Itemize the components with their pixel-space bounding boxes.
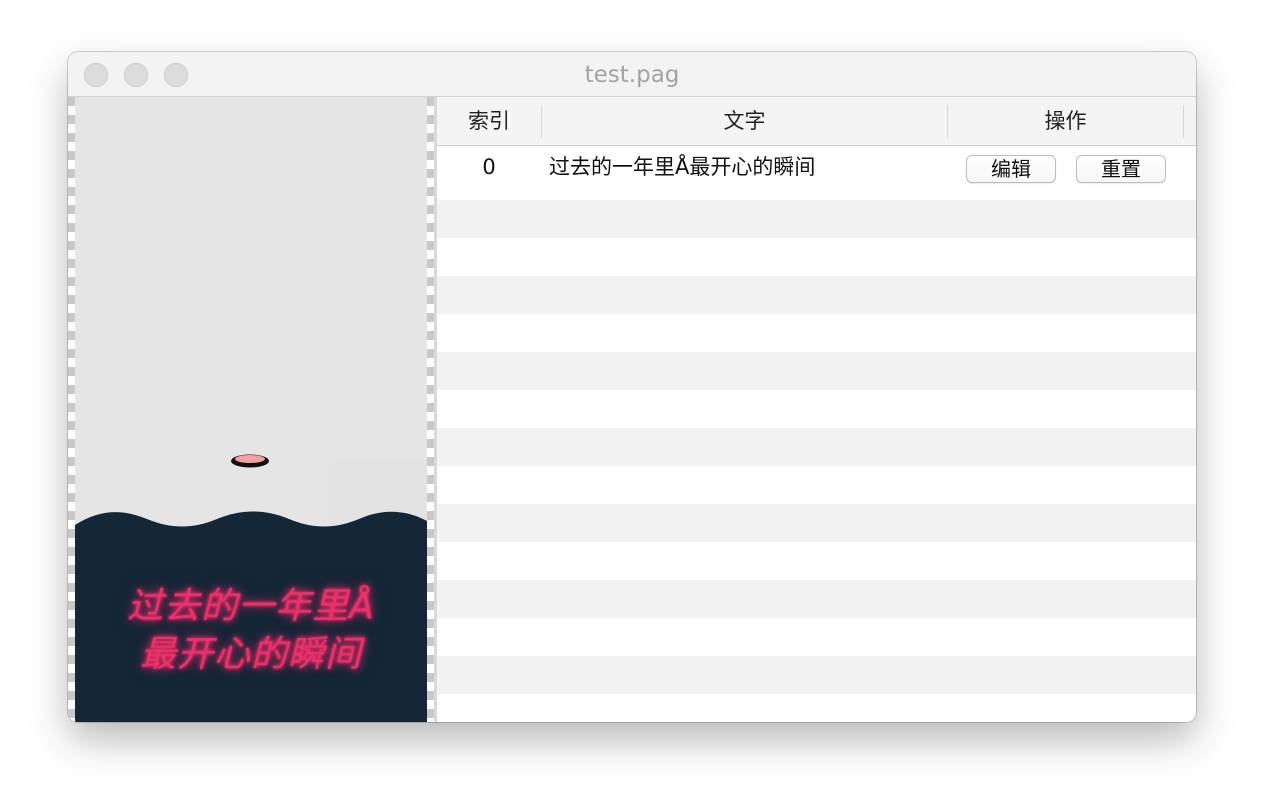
pink-ball xyxy=(235,455,265,463)
transparency-checker-left xyxy=(68,97,75,722)
window-content: 过去的一年里Å 最开心的瞬间 索引 文字 操作 0 过去的一年里Å最开心的瞬间 … xyxy=(68,97,1196,722)
text-layers-table: 索引 文字 操作 0 过去的一年里Å最开心的瞬间 编辑 重置 xyxy=(437,97,1196,722)
window-title: test.pag xyxy=(584,62,680,88)
title-bar[interactable]: test.pag xyxy=(68,52,1196,97)
app-window: test.pag 过去的一年里Å 最开心的瞬间 索引 文字 操作 0 过去的一年… xyxy=(68,52,1196,722)
empty-row-stripe xyxy=(437,504,1196,542)
empty-row-stripe xyxy=(437,352,1196,390)
empty-row-stripe xyxy=(437,200,1196,238)
table-row[interactable]: 0 过去的一年里Å最开心的瞬间 编辑 重置 xyxy=(437,146,1196,200)
column-header-text[interactable]: 文字 xyxy=(542,97,947,145)
transparency-checker-right xyxy=(427,97,434,722)
empty-row-stripe xyxy=(437,428,1196,466)
column-header-index[interactable]: 索引 xyxy=(437,97,541,145)
edit-button[interactable]: 编辑 xyxy=(966,155,1056,183)
pag-preview-canvas[interactable]: 过去的一年里Å 最开心的瞬间 xyxy=(75,97,427,722)
row-text: 过去的一年里Å最开心的瞬间 xyxy=(549,155,816,179)
column-separator xyxy=(1183,105,1184,138)
reset-button[interactable]: 重置 xyxy=(1076,155,1166,183)
table-header: 索引 文字 操作 xyxy=(437,97,1196,146)
empty-row-stripe xyxy=(437,656,1196,694)
row-index: 0 xyxy=(482,155,496,179)
empty-row-stripe xyxy=(437,580,1196,618)
pag-text-line-2: 最开心的瞬间 xyxy=(139,634,362,675)
column-header-actions[interactable]: 操作 xyxy=(948,97,1183,145)
pag-preview-pane: 过去的一年里Å 最开心的瞬间 xyxy=(68,97,434,722)
pag-text-line-1: 过去的一年里Å xyxy=(127,586,375,627)
empty-row-stripe xyxy=(437,276,1196,314)
